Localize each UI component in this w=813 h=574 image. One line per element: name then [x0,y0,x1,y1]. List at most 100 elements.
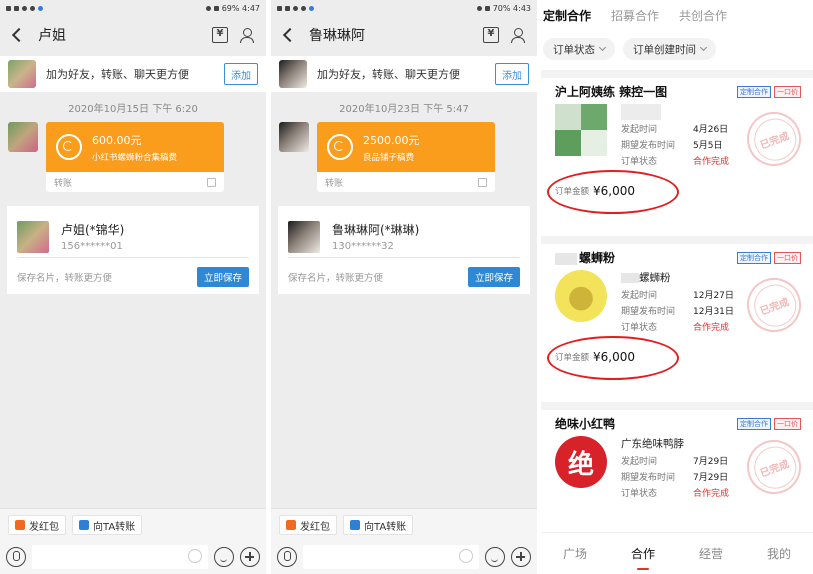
order-status-filter[interactable]: 订单状态 [543,38,615,60]
plus-icon[interactable] [240,547,260,567]
profile-icon[interactable] [240,27,256,43]
save-contact-button[interactable]: 立即保存 [196,267,249,287]
avatar [8,122,38,152]
app-logo-icon [478,177,487,187]
order-badges: 定制合作 一口价 [737,86,801,98]
shop-name [621,104,661,120]
notification-icon [309,5,314,11]
app-logo-icon [207,177,216,187]
signal-icon [277,5,282,11]
order-card[interactable]: 绝味小红鸭 定制合作 一口价 已完成 绝 广东绝味鸭脖 发起时间 7月29日 期望… [541,410,813,520]
quick-actions: 发红包 向TA转账 [271,509,537,541]
nav-business[interactable]: 经营 [699,545,723,562]
contact-card-actions: 保存名片，转账更方便 立即保存 [288,262,520,292]
status-value: 合作完成 [693,322,730,333]
red-packet-label: 发红包 [300,521,330,533]
message-input[interactable] [303,545,479,569]
message-input[interactable] [32,545,208,569]
signal-icon [6,5,11,11]
bottom-nav: 广场 合作 经营 我的 [541,532,813,574]
yen-icon [459,549,473,563]
add-friend-button[interactable]: 添加 [495,63,529,85]
red-packet-button[interactable]: 发红包 [8,515,66,535]
start-time-value: 7月29日 [693,456,729,467]
start-time-label: 发起时间 [621,456,658,467]
save-contact-button[interactable]: 立即保存 [467,267,520,287]
transfer-footer-label: 转账 [325,178,344,189]
start-time-label: 发起时间 [621,290,658,301]
transfer-to-button[interactable]: 向TA转账 [72,515,143,535]
voice-icon[interactable] [277,547,297,567]
custom-badge: 定制合作 [737,418,771,430]
chat-input-area: 发红包 向TA转账 [0,508,266,574]
transfer-note: 小红书螺蛳粉合集稿费 [92,152,178,163]
back-arrow-icon[interactable] [11,27,27,43]
voice-icon[interactable] [6,547,26,567]
separator [541,402,813,410]
status-label: 订单状态 [621,156,658,167]
quick-actions: 发红包 向TA转账 [0,509,266,541]
order-thumbnail [555,104,607,156]
back-arrow-icon[interactable] [282,27,298,43]
order-title: 沪上阿姨练 辣控一图 [555,85,668,99]
status-bar: 70% 4:43 [271,0,537,16]
red-packet-label: 发红包 [29,521,59,533]
order-badges: 定制合作 一口价 [737,418,801,430]
order-time-filter-label: 订单创建时间 [633,43,696,56]
red-packet-icon [286,520,296,530]
red-packet-button[interactable]: 发红包 [279,515,337,535]
contact-card-info: 鲁琳琳阿(*琳琳) 130******32 [288,216,520,258]
add-friend-text: 加为好友，转账、聊天更方便 [46,68,189,81]
save-hint: 保存名片，转账更方便 [288,273,384,284]
transfer-footer: 转账 [317,172,495,192]
transfer-record-icon[interactable]: ¥ [483,27,499,43]
title-bar: 卢姐 ¥ [0,16,266,54]
status-time: 70% 4:43 [492,3,531,13]
message-timestamp: 2020年10月15日 下午 6:20 [68,104,198,115]
transfer-message[interactable]: 2500.00元 良品铺子稿费 转账 [317,122,495,192]
order-title: 螺蛳粉 [555,250,715,266]
status-value: 合作完成 [693,488,730,499]
tab-co-create[interactable]: 共创合作 [679,7,727,24]
chevron-down-icon [598,43,607,52]
contact-phone: 156******01 [61,241,123,252]
nav-plaza[interactable]: 广场 [563,545,587,562]
profile-icon[interactable] [511,27,527,43]
order-thumbnail [555,270,607,322]
plus-icon[interactable] [511,547,531,567]
notification-icon [38,5,43,11]
expected-time-value: 5月5日 [693,140,723,151]
battery-icon [484,5,490,11]
emoji-icon[interactable] [214,547,234,567]
message-row: 600.00元 小红书螺蛳粉合集稿费 转账 [0,122,266,192]
expected-time-label: 期望发布时间 [621,472,676,483]
order-card[interactable]: 螺蛳粉 定制合作 一口价 已完成 螺蛳粉 发起时间 12月27日 期望发布时间 12… [541,244,813,402]
custom-badge: 定制合作 [737,252,771,264]
transfer-message[interactable]: 600.00元 小红书螺蛳粉合集稿费 转账 [46,122,224,192]
tab-recruit[interactable]: 招募合作 [611,7,659,24]
wifi-icon [293,5,298,11]
nav-cooperation[interactable]: 合作 [631,545,655,570]
avatar [8,60,36,88]
title-bar: 鲁琳琳阿 ¥ [271,16,537,54]
order-time-filter[interactable]: 订单创建时间 [623,38,716,60]
start-time-value: 12月27日 [693,290,734,301]
nav-mine[interactable]: 我的 [767,545,791,562]
brand-logo: 绝 [555,436,607,488]
emoji-icon[interactable] [485,547,505,567]
transfer-to-label: 向TA转账 [364,521,407,533]
transfer-amount: 600.00元 [92,133,142,147]
battery-icon [213,5,219,11]
transfer-to-button[interactable]: 向TA转账 [343,515,414,535]
transfer-record-icon[interactable]: ¥ [212,27,228,43]
shop-name-text: 螺蛳粉 [639,272,671,284]
transfer-message-body: 2500.00元 良品铺子稿费 [317,122,495,172]
tab-custom[interactable]: 定制合作 [543,7,591,24]
expected-time-value: 7月29日 [693,472,729,483]
order-card[interactable]: 沪上阿姨练 辣控一图 定制合作 一口价 已完成 发起时间 4月26日 期望发布时间… [541,78,813,236]
yen-icon [188,549,202,563]
status-bar: 69% 4:47 [0,0,266,16]
alarm-icon [476,5,482,11]
message-row: 2500.00元 良品铺子稿费 转账 [271,122,537,192]
add-friend-button[interactable]: 添加 [224,63,258,85]
